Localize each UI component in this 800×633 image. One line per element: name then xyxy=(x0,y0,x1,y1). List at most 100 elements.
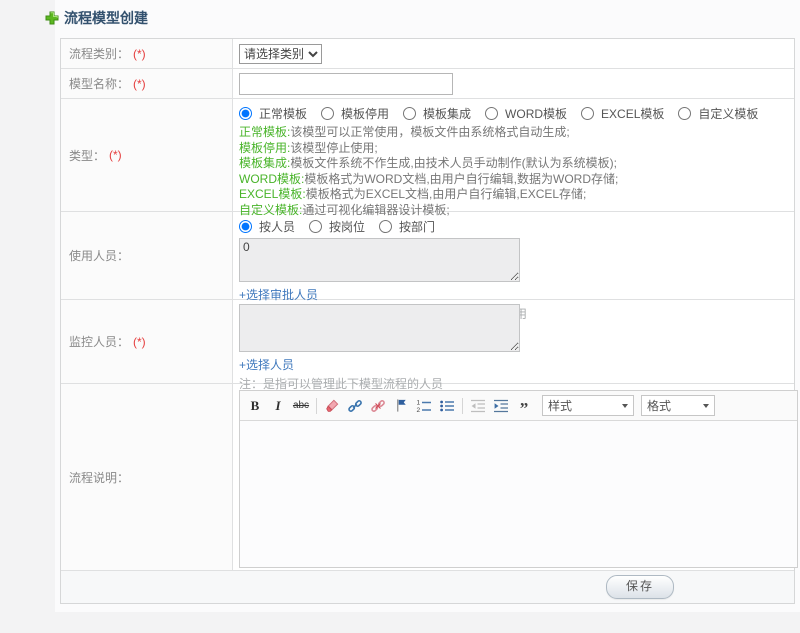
category-content-cell: 请选择类别 xyxy=(233,39,794,68)
type-description: 正常模板:该模型可以正常使用，模板文件由系统格式自动生成; xyxy=(239,125,788,141)
styles-dropdown-label: 样式 xyxy=(548,399,573,413)
desc-term: 正常模板: xyxy=(239,125,291,139)
users-textarea[interactable]: 0 xyxy=(239,238,520,282)
radio-word-template-label[interactable]: WORD模板 xyxy=(505,105,567,122)
radio-word-template[interactable] xyxy=(485,107,499,120)
desc-term: EXCEL模板: xyxy=(239,187,306,201)
row-users: 使用人员： 按人员 按岗位 按部门 0 +选择审批人员 注：是指允许使用此模型的… xyxy=(61,212,794,321)
radio-normal-template-label[interactable]: 正常模板 xyxy=(259,105,307,122)
model-name-input[interactable] xyxy=(239,72,453,95)
radio-by-position-label[interactable]: 按岗位 xyxy=(329,218,365,235)
desc-text: 模板文件系统不作生成,由技术人员手动制作(默认为系统模板); xyxy=(290,156,618,170)
monitor-label: 监控人员： xyxy=(69,335,130,349)
category-label: 流程类别： xyxy=(69,47,130,61)
type-description: 模板集成:模板文件系统不作生成,由技术人员手动制作(默认为系统模板); xyxy=(239,156,788,172)
desc-term: 模板停用: xyxy=(239,140,291,155)
page-header: 流程模型创建 xyxy=(45,8,148,28)
radio-normal-template[interactable] xyxy=(239,107,252,120)
row-type: 类型： (*) 正常模板 模板停用 模板集成 WORD模板 EXCEL模板 自定… xyxy=(61,99,794,217)
type-radio-group: 正常模板 模板停用 模板集成 WORD模板 EXCEL模板 自定义模板 xyxy=(239,105,788,122)
remove-format-button[interactable] xyxy=(321,395,343,417)
type-description: 模板停用:该模型停止使用; xyxy=(239,141,788,157)
type-description: EXCEL模板:模板格式为EXCEL文档,由用户自行编辑,EXCEL存储; xyxy=(239,187,788,203)
blockquote-button[interactable]: ” xyxy=(513,395,535,417)
users-label: 使用人员： xyxy=(69,249,130,263)
link-button[interactable] xyxy=(344,395,366,417)
toolbar-separator xyxy=(462,397,463,414)
blockquote-icon: ” xyxy=(519,398,529,418)
editor-content-area[interactable] xyxy=(240,421,797,567)
save-button[interactable]: 保存 xyxy=(606,575,674,599)
radio-by-department[interactable] xyxy=(379,220,393,233)
radio-template-integrated[interactable] xyxy=(403,107,417,120)
format-dropdown-label: 格式 xyxy=(647,399,672,413)
radio-template-disabled[interactable] xyxy=(321,107,335,120)
italic-button[interactable]: I xyxy=(267,395,289,417)
editor-toolbar: B I abc 1 2 ” 样式 格式 xyxy=(240,391,797,421)
category-select[interactable]: 请选择类别 xyxy=(239,43,322,64)
italic-icon: I xyxy=(275,397,281,413)
bold-icon: B xyxy=(250,397,260,413)
strikethrough-icon: abc xyxy=(292,400,310,411)
users-radio-group: 按人员 按岗位 按部门 xyxy=(239,218,788,235)
monitor-content-cell: +选择人员 注：是指可以管理此下模型流程的人员 xyxy=(233,300,794,391)
richtext-editor: B I abc 1 2 ” 样式 格式 xyxy=(239,390,798,568)
numbered-list-icon: 1 2 xyxy=(417,399,431,414)
monitor-label-cell: 监控人员： (*) xyxy=(61,300,233,383)
radio-custom-template[interactable] xyxy=(678,107,692,120)
unlink-icon xyxy=(371,399,385,412)
name-label-cell: 模型名称： (*) xyxy=(61,69,233,98)
radio-excel-template-label[interactable]: EXCEL模板 xyxy=(601,105,664,122)
indent-icon xyxy=(494,399,508,412)
chevron-down-icon xyxy=(622,403,628,408)
category-label-cell: 流程类别： (*) xyxy=(61,39,233,68)
indent-button[interactable] xyxy=(490,395,512,417)
bold-button[interactable]: B xyxy=(244,395,266,417)
category-required-mark: (*) xyxy=(133,46,146,61)
type-content-cell: 正常模板 模板停用 模板集成 WORD模板 EXCEL模板 自定义模板 正常模板… xyxy=(233,99,794,217)
row-category: 流程类别： (*) 请选择类别 xyxy=(61,39,794,69)
bulleted-list-button[interactable] xyxy=(436,395,458,417)
radio-by-person-label[interactable]: 按人员 xyxy=(259,218,295,235)
name-label: 模型名称： xyxy=(69,77,130,91)
link-icon xyxy=(348,399,362,412)
radio-by-position[interactable] xyxy=(309,220,323,233)
format-dropdown[interactable]: 格式 xyxy=(641,395,715,416)
page-title: 流程模型创建 xyxy=(64,10,148,26)
description-label-cell: 流程说明： xyxy=(61,384,233,570)
radio-excel-template[interactable] xyxy=(581,107,595,120)
unlink-button[interactable] xyxy=(367,395,389,417)
users-content-cell: 按人员 按岗位 按部门 0 +选择审批人员 注：是指允许使用此模型的人员，留空为… xyxy=(233,212,794,321)
process-model-create-page: { "header": { "title": "流程模型创建" }, "colo… xyxy=(0,0,800,633)
desc-text: 该模型停止使用; xyxy=(290,140,378,155)
name-required-mark: (*) xyxy=(133,76,146,91)
chevron-down-icon xyxy=(703,403,709,408)
type-description: WORD模板:模板格式为WORD文档,由用户自行编辑,数据为WORD存储; xyxy=(239,172,788,188)
radio-by-person[interactable] xyxy=(239,220,252,233)
strikethrough-button[interactable]: abc xyxy=(290,395,312,417)
anchor-flag-button[interactable] xyxy=(390,395,412,417)
monitor-textarea[interactable] xyxy=(239,304,520,352)
svg-text:2: 2 xyxy=(417,407,421,414)
description-label: 流程说明： xyxy=(69,470,130,485)
toolbar-separator xyxy=(316,397,317,414)
description-content-cell: B I abc 1 2 ” 样式 格式 xyxy=(233,384,800,570)
radio-by-department-label[interactable]: 按部门 xyxy=(399,218,435,235)
select-people-link[interactable]: +选择人员 xyxy=(239,356,294,373)
eraser-icon xyxy=(325,399,338,412)
radio-custom-template-label[interactable]: 自定义模板 xyxy=(698,105,758,122)
name-content-cell xyxy=(233,69,794,98)
desc-text: 模板格式为EXCEL文档,由用户自行编辑,EXCEL存储; xyxy=(305,187,587,201)
desc-term: 模板集成: xyxy=(239,156,291,170)
monitor-required-mark: (*) xyxy=(133,334,146,349)
radio-template-integrated-label[interactable]: 模板集成 xyxy=(423,105,471,122)
row-monitor: 监控人员： (*) +选择人员 注：是指可以管理此下模型流程的人员 xyxy=(61,300,794,391)
desc-term: WORD模板: xyxy=(239,171,305,186)
type-required-mark: (*) xyxy=(109,148,122,162)
numbered-list-button[interactable]: 1 2 xyxy=(413,395,435,417)
outdent-button[interactable] xyxy=(467,395,489,417)
row-description: 流程说明： B I abc 1 2 ” 样式 格式 xyxy=(61,384,798,571)
type-label: 类型： xyxy=(69,148,106,163)
radio-template-disabled-label[interactable]: 模板停用 xyxy=(341,105,389,122)
styles-dropdown[interactable]: 样式 xyxy=(542,395,634,416)
